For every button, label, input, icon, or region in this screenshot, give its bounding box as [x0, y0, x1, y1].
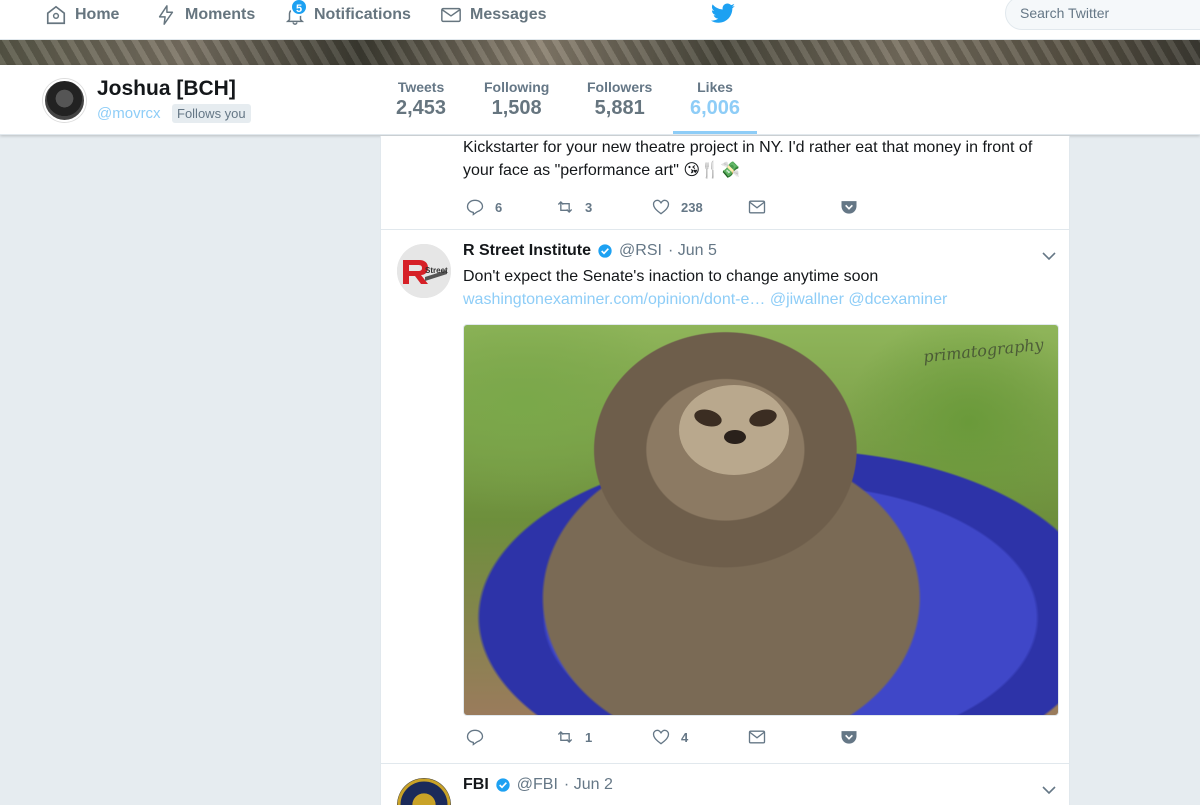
- nav-messages[interactable]: Messages: [440, 0, 547, 30]
- nav-moments[interactable]: Moments: [155, 0, 255, 30]
- tweet-text-line1: Kickstarter for your new theatre project…: [463, 139, 1033, 156]
- nav-notifications[interactable]: 5 Notifications: [284, 0, 411, 30]
- avatar-label: Street: [425, 266, 448, 275]
- tweet-mention[interactable]: @dcexaminer: [848, 291, 947, 308]
- tweet-date[interactable]: · Jun 5: [668, 242, 717, 260]
- tweet-header: FBI @FBI · Jun 2: [463, 776, 613, 794]
- tweet-text: Don't expect the Senate's inaction to ch…: [463, 265, 1063, 311]
- dm-button[interactable]: [747, 727, 767, 747]
- tweet[interactable]: Street R Street Institute @RSI · Jun 5 D…: [381, 230, 1069, 764]
- stat-followers[interactable]: Followers 5,881: [587, 79, 652, 120]
- verified-badge-icon: [496, 778, 510, 792]
- retweet-count: 3: [585, 199, 593, 215]
- tweet-author-name[interactable]: FBI: [463, 776, 489, 794]
- sloth-nose: [724, 430, 746, 444]
- pocket-icon: [841, 731, 857, 744]
- tweet-text: Kickstarter for your new theatre project…: [463, 136, 1063, 182]
- tweet-author-name[interactable]: R Street Institute: [463, 242, 591, 260]
- stat-followers-value: 5,881: [594, 97, 645, 119]
- stat-followers-label: Followers: [587, 79, 653, 95]
- home-icon: [46, 5, 66, 25]
- tweet-actions: 6 3 238: [465, 197, 885, 219]
- nav-home-label: Home: [75, 6, 120, 23]
- envelope-icon: [748, 200, 766, 214]
- stat-following-label: Following: [484, 79, 550, 95]
- reply-button[interactable]: [465, 727, 495, 747]
- retweet-icon: [557, 731, 573, 743]
- verified-badge-icon: [598, 244, 612, 258]
- tweet-text-line2: your face as "performance art" 😘🍴💸: [463, 162, 740, 179]
- tweet[interactable]: Kickstarter for your new theatre project…: [381, 136, 1069, 230]
- tweet[interactable]: FBI @FBI · Jun 2: [381, 764, 1069, 805]
- reply-icon: [466, 199, 484, 216]
- retweet-icon: [557, 201, 573, 213]
- reply-count: 6: [495, 199, 503, 215]
- chevron-down-icon[interactable]: [1041, 248, 1057, 264]
- nav-home[interactable]: Home: [45, 0, 119, 30]
- nav-messages-label: Messages: [470, 6, 547, 23]
- tweet-author-handle[interactable]: @RSI: [619, 242, 662, 260]
- chevron-down-icon[interactable]: [1041, 782, 1057, 798]
- pocket-icon: [841, 201, 857, 214]
- tweet-date[interactable]: · Jun 2: [564, 776, 613, 794]
- retweet-button[interactable]: 3: [555, 197, 592, 217]
- profile-name[interactable]: Joshua [BCH]: [97, 77, 236, 101]
- envelope-icon: [748, 730, 766, 744]
- like-count: 238: [681, 199, 703, 215]
- profile-bar: Joshua [BCH] @movrcx Follows you Tweets …: [0, 65, 1200, 135]
- like-button[interactable]: 238: [651, 197, 703, 217]
- media-watermark: primatography: [922, 334, 1045, 367]
- top-navigation: Home Moments 5 Notifications Messages: [0, 0, 1200, 40]
- tweet-header: R Street Institute @RSI · Jun 5: [463, 242, 717, 260]
- profile-avatar[interactable]: [43, 79, 86, 122]
- like-button[interactable]: 4: [651, 727, 688, 747]
- timeline: Kickstarter for your new theatre project…: [380, 136, 1070, 805]
- nav-notifications-label: Notifications: [314, 6, 411, 23]
- search-input[interactable]: [1005, 0, 1200, 30]
- retweet-count: 1: [585, 729, 593, 745]
- heart-icon: [652, 199, 670, 215]
- lightning-icon: [158, 5, 174, 25]
- stat-likes-value: 6,006: [690, 97, 741, 119]
- tweet-avatar[interactable]: Street: [397, 244, 451, 298]
- reply-button[interactable]: 6: [465, 197, 502, 217]
- stat-following-value: 1,508: [491, 97, 542, 119]
- stat-tweets-label: Tweets: [397, 79, 445, 95]
- like-count: 4: [681, 729, 689, 745]
- stat-likes[interactable]: Likes 6,006: [672, 79, 758, 134]
- tweet-link[interactable]: washingtonexaminer.com/opinion/dont-e…: [463, 291, 765, 308]
- tweet-media-image[interactable]: primatography: [463, 324, 1059, 716]
- retweet-button[interactable]: 1: [555, 727, 592, 747]
- nav-moments-label: Moments: [185, 6, 256, 23]
- stat-tweets[interactable]: Tweets 2,453: [396, 79, 446, 120]
- heart-icon: [652, 729, 670, 745]
- tweet-mention[interactable]: @jiwallner: [770, 291, 844, 308]
- stat-tweets-value: 2,453: [396, 97, 447, 119]
- stat-likes-label: Likes: [697, 79, 733, 95]
- dm-button[interactable]: [747, 197, 767, 217]
- tweet-avatar[interactable]: [397, 778, 451, 805]
- pocket-button[interactable]: [839, 727, 859, 747]
- tweet-author-handle[interactable]: @FBI: [517, 776, 558, 794]
- tweet-body: Don't expect the Senate's inaction to ch…: [463, 268, 879, 285]
- profile-banner: [0, 40, 1200, 65]
- reply-icon: [466, 729, 484, 746]
- pocket-button[interactable]: [839, 197, 859, 217]
- follows-you-badge: Follows you: [172, 104, 251, 123]
- profile-handle[interactable]: @movrcx: [97, 105, 161, 122]
- envelope-icon: [441, 7, 461, 23]
- stat-following[interactable]: Following 1,508: [484, 79, 549, 120]
- fbi-seal-icon: [397, 778, 451, 805]
- twitter-bird-icon[interactable]: [710, 2, 736, 26]
- tweet-actions: 1 4: [465, 727, 885, 749]
